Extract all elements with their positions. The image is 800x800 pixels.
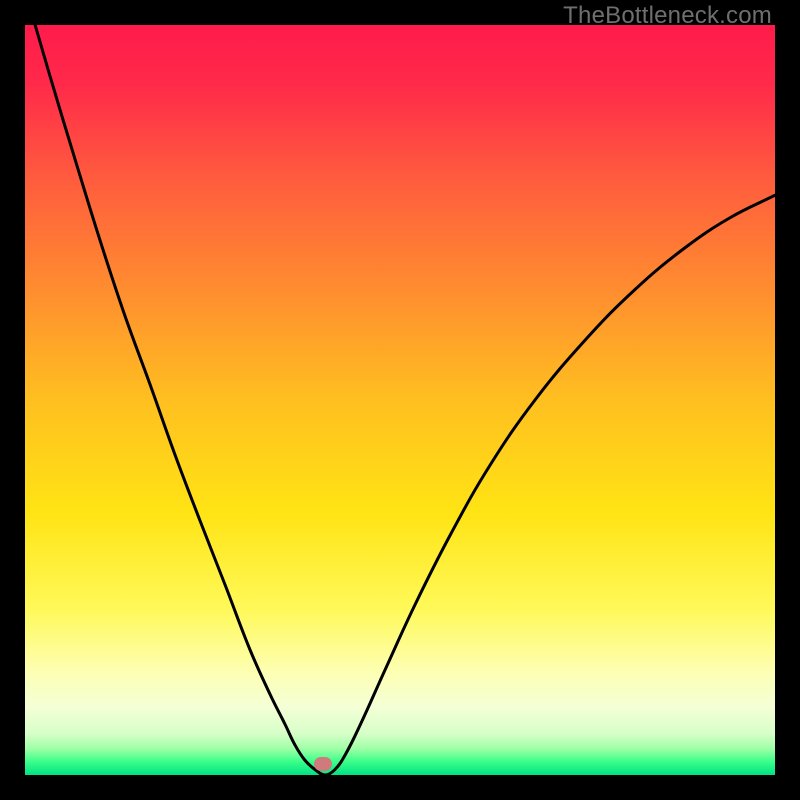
bottleneck-curve: [25, 25, 775, 775]
plot-area: [25, 25, 775, 775]
chart-frame: TheBottleneck.com: [0, 0, 800, 800]
optimum-marker: [314, 757, 332, 771]
watermark-text: TheBottleneck.com: [563, 2, 772, 30]
